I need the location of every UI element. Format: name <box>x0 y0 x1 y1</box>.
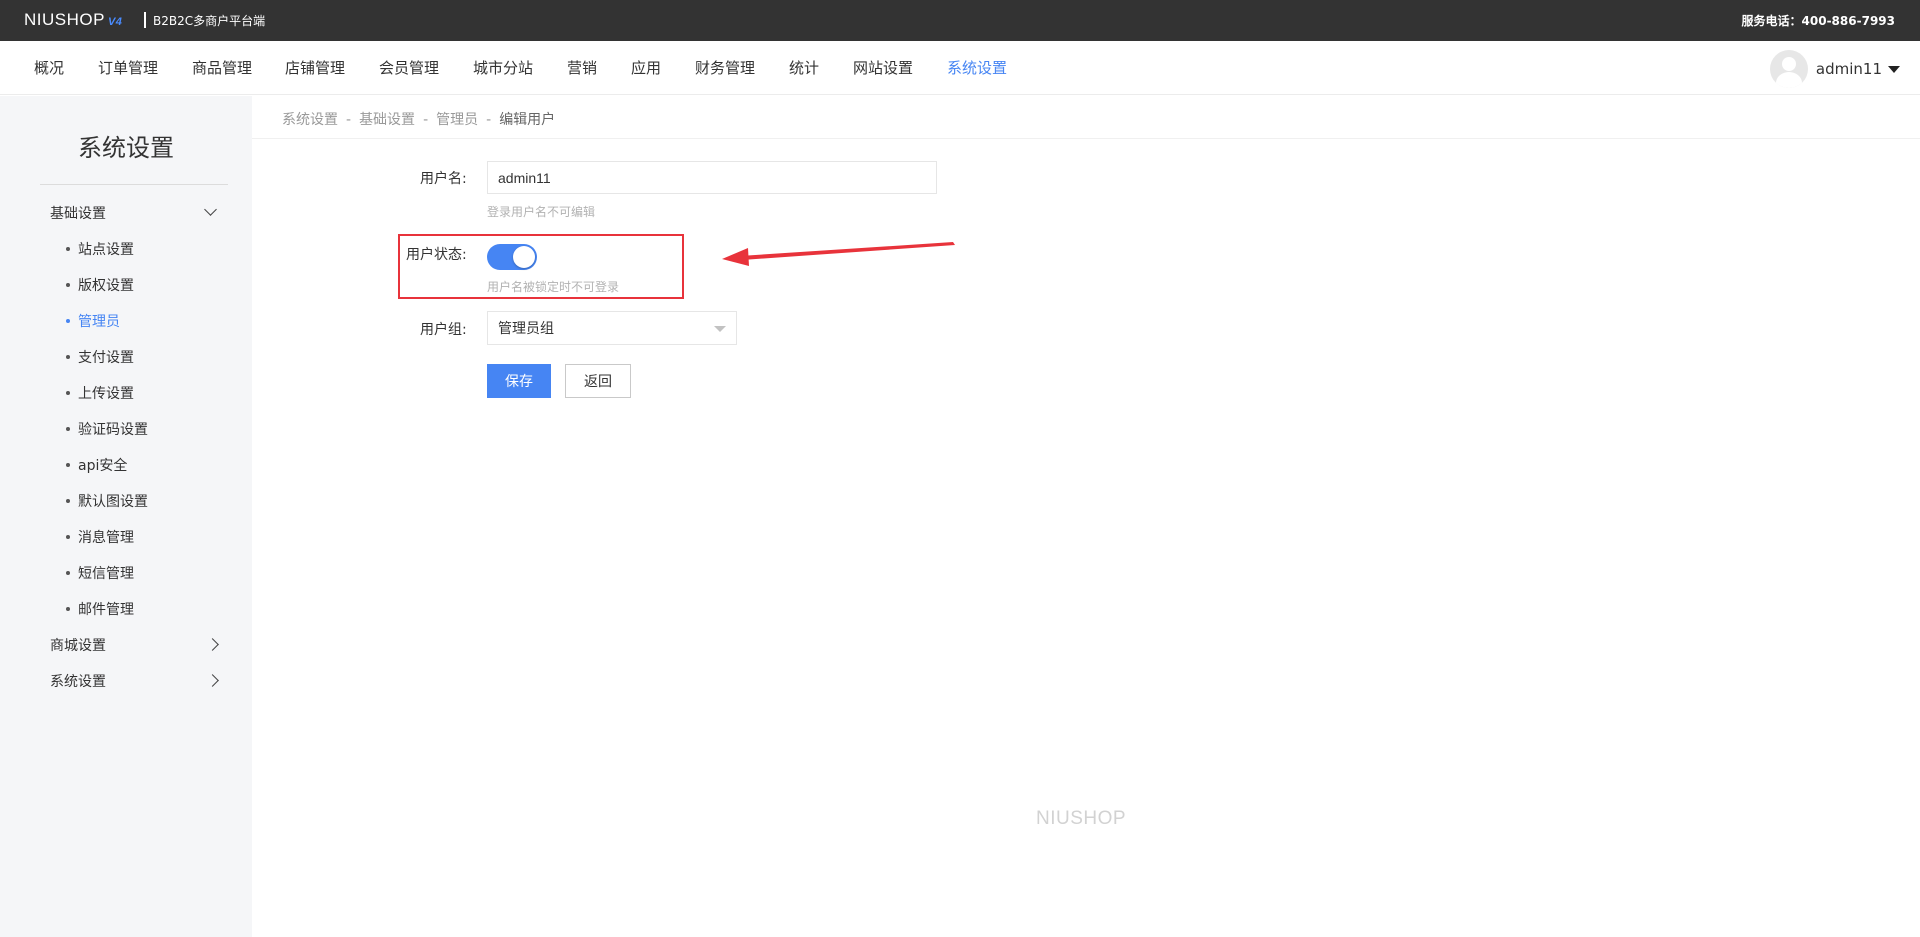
nav-item-marketing[interactable]: 营销 <box>567 57 597 78</box>
footer-logo: NIUSHOP <box>1036 808 1127 829</box>
bullet-icon <box>66 499 70 503</box>
sidebar-item-admins[interactable]: 管理员 <box>66 311 120 331</box>
bullet-icon <box>66 535 70 539</box>
username-field[interactable] <box>487 161 937 194</box>
sidebar-group-basic-settings[interactable]: 基础设置 <box>50 203 106 223</box>
breadcrumb-item-admins[interactable]: 管理员 <box>436 112 478 128</box>
sidebar-item-upload-settings[interactable]: 上传设置 <box>66 383 134 403</box>
user-group-label: 用户组: <box>420 322 467 338</box>
sidebar-item-site-settings[interactable]: 站点设置 <box>66 239 134 259</box>
sidebar-item-label: api安全 <box>78 458 128 474</box>
breadcrumb-item-basic-settings[interactable]: 基础设置 <box>359 112 415 128</box>
sidebar-item-label: 支付设置 <box>78 350 134 366</box>
chevron-right-icon[interactable] <box>206 638 219 651</box>
back-button[interactable]: 返回 <box>565 364 631 398</box>
dropdown-arrow-icon <box>714 326 726 332</box>
niushop-logo: NIUSHOP V4 <box>24 10 122 30</box>
breadcrumb-item-edit-user: 编辑用户 <box>499 112 556 128</box>
breadcrumb-item-system-settings[interactable]: 系统设置 <box>282 112 338 128</box>
nav-item-stores[interactable]: 店铺管理 <box>285 57 345 78</box>
sidebar-item-label: 默认图设置 <box>78 494 148 510</box>
nav-item-finance[interactable]: 财务管理 <box>695 57 755 78</box>
sidebar-item-payment-settings[interactable]: 支付设置 <box>66 347 134 367</box>
sidebar-item-message-management[interactable]: 消息管理 <box>66 527 134 547</box>
sidebar-item-label: 版权设置 <box>78 278 134 294</box>
logo-divider <box>144 12 146 28</box>
bullet-icon <box>66 463 70 467</box>
nav-item-members[interactable]: 会员管理 <box>379 57 439 78</box>
user-group-select[interactable]: 管理员组 <box>487 311 737 345</box>
nav-item-orders[interactable]: 订单管理 <box>98 57 158 78</box>
chevron-right-icon[interactable] <box>206 674 219 687</box>
top-bar: NIUSHOP V4 B2B2C多商户平台端 服务电话：400-886-7993 <box>0 0 1920 41</box>
username-hint: 登录用户名不可编辑 <box>487 205 596 219</box>
sidebar-item-label: 消息管理 <box>78 530 134 546</box>
sidebar-item-sms-management[interactable]: 短信管理 <box>66 563 134 583</box>
breadcrumb: 系统设置 - 基础设置 - 管理员 - 编辑用户 <box>252 96 1920 139</box>
user-group-value: 管理员组 <box>498 321 554 337</box>
sidebar-item-label: 邮件管理 <box>78 602 134 618</box>
user-menu[interactable]: admin11 <box>1769 50 1900 88</box>
chevron-down-icon[interactable] <box>204 203 217 216</box>
nav-item-apps[interactable]: 应用 <box>631 57 661 78</box>
sidebar-group-mall-settings[interactable]: 商城设置 <box>50 635 106 655</box>
sidebar-item-label: 短信管理 <box>78 566 134 582</box>
logo-text: NIUSHOP <box>24 10 105 29</box>
annotation-highlight-box <box>398 234 684 299</box>
sidebar-item-captcha-settings[interactable]: 验证码设置 <box>66 419 148 439</box>
bullet-icon <box>66 319 70 323</box>
sidebar-item-email-management[interactable]: 邮件管理 <box>66 599 134 619</box>
nav-item-overview[interactable]: 概况 <box>34 57 64 78</box>
service-phone: 服务电话：400-886-7993 <box>1741 14 1895 28</box>
sidebar-divider <box>40 184 228 185</box>
sidebar-item-label: 上传设置 <box>78 386 134 402</box>
sidebar-item-default-image[interactable]: 默认图设置 <box>66 491 148 511</box>
username: admin11 <box>1815 60 1882 78</box>
nav-item-statistics[interactable]: 统计 <box>789 57 819 78</box>
bullet-icon <box>66 355 70 359</box>
sidebar-item-label: 管理员 <box>78 314 120 330</box>
bullet-icon <box>66 427 70 431</box>
sidebar-item-label: 验证码设置 <box>78 422 148 438</box>
sidebar-group-system-settings[interactable]: 系统设置 <box>50 671 106 691</box>
sidebar-item-label: 站点设置 <box>78 242 134 258</box>
nav-item-products[interactable]: 商品管理 <box>192 57 252 78</box>
nav-item-website-settings[interactable]: 网站设置 <box>853 57 913 78</box>
sidebar-title: 系统设置 <box>78 134 174 162</box>
nav-item-system-settings[interactable]: 系统设置 <box>947 57 1007 78</box>
main-nav: 概况 订单管理 商品管理 店铺管理 会员管理 城市分站 营销 应用 财务管理 统… <box>0 41 1920 95</box>
sidebar: 系统设置 基础设置 站点设置 版权设置 管理员 支付设置 上传设置 验证码设置 … <box>0 96 252 937</box>
username-label: 用户名: <box>420 171 467 187</box>
sidebar-item-api-security[interactable]: api安全 <box>66 455 127 475</box>
bullet-icon <box>66 247 70 251</box>
bullet-icon <box>66 607 70 611</box>
save-button[interactable]: 保存 <box>487 364 551 398</box>
avatar <box>1769 50 1808 88</box>
bullet-icon <box>66 571 70 575</box>
caret-down-icon <box>1888 65 1900 73</box>
breadcrumb-separator: - <box>346 112 352 128</box>
platform-label: B2B2C多商户平台端 <box>153 14 266 28</box>
breadcrumb-separator: - <box>486 112 492 128</box>
annotation-arrow-icon <box>722 242 955 266</box>
logo-version: V4 <box>107 16 123 28</box>
sidebar-item-copyright-settings[interactable]: 版权设置 <box>66 275 134 295</box>
bullet-icon <box>66 283 70 287</box>
breadcrumb-separator: - <box>423 112 429 128</box>
nav-item-city-sites[interactable]: 城市分站 <box>473 57 533 78</box>
bullet-icon <box>66 391 70 395</box>
